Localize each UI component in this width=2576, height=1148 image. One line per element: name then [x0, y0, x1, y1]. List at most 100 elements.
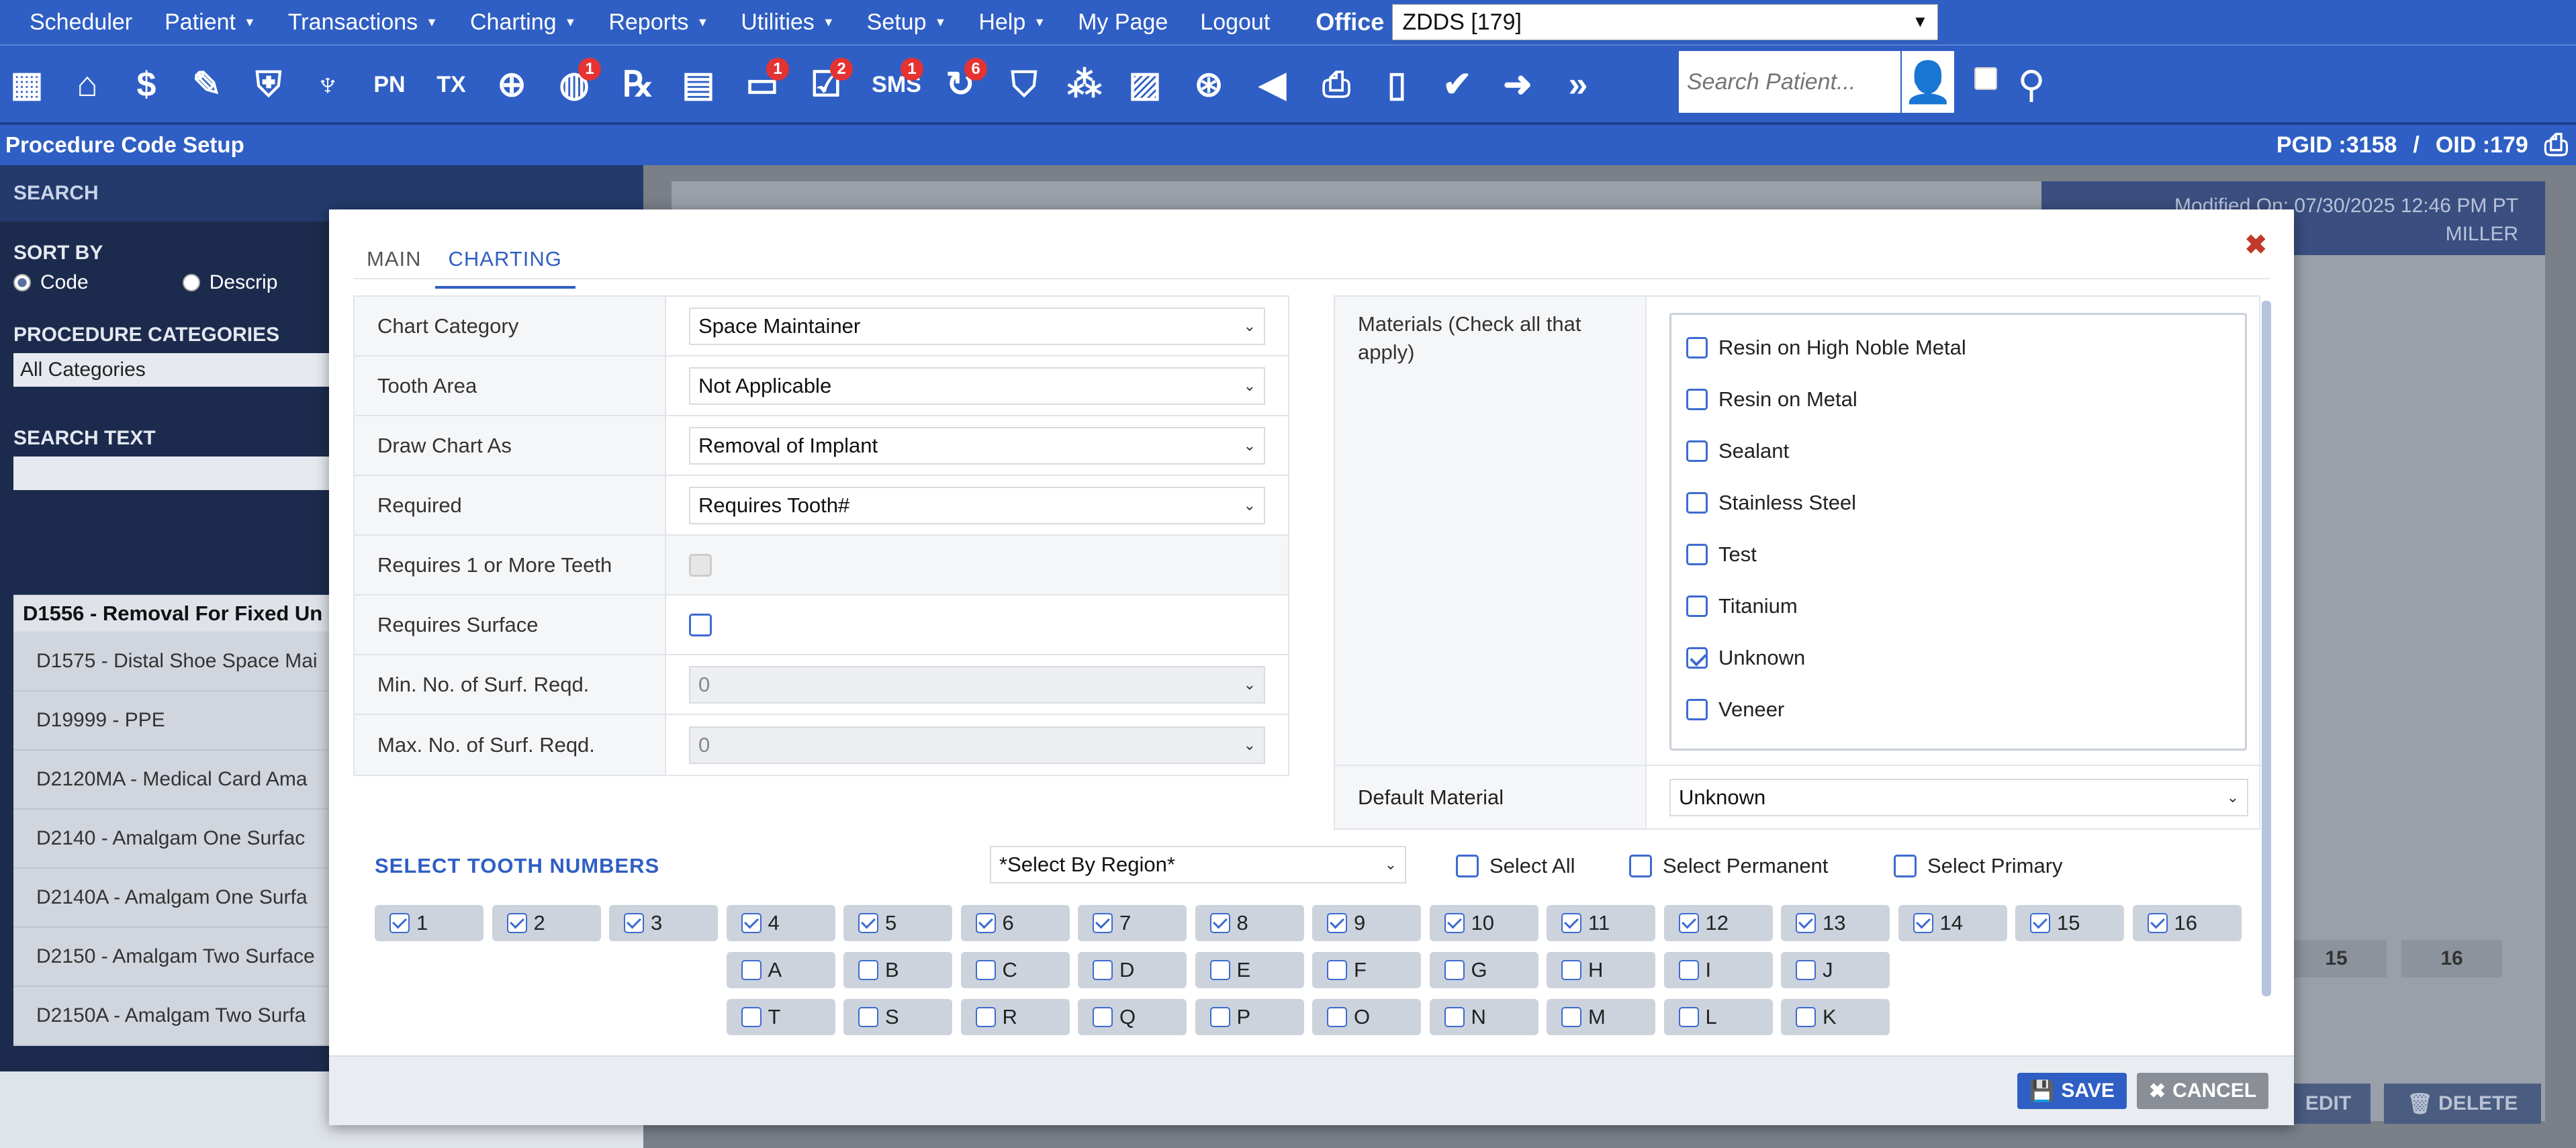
tooth-checkbox[interactable] [1327, 960, 1347, 980]
tooth-checkbox[interactable] [1561, 913, 1581, 933]
material-checkbox[interactable] [1686, 595, 1708, 617]
tooth-16[interactable]: 16 [2132, 905, 2242, 941]
tooth-N[interactable]: N [1429, 999, 1538, 1035]
tooth-checkbox[interactable] [1209, 1007, 1230, 1027]
tooth-6[interactable]: 6 [960, 905, 1070, 941]
tooth-3[interactable]: 3 [609, 905, 718, 941]
tooth-area-select[interactable]: Not Applicable ⌄ [689, 367, 1265, 405]
modal-scrollbar[interactable] [2262, 301, 2271, 996]
requires-teeth-checkbox[interactable] [689, 553, 712, 577]
tooth-checkbox[interactable] [1093, 913, 1113, 933]
printer-icon[interactable]: ⎙ [1309, 58, 1363, 111]
tooth-1[interactable]: 1 [375, 905, 484, 941]
tooth-C[interactable]: C [960, 952, 1070, 988]
calendar-icon[interactable]: ▦ [0, 58, 54, 111]
material-option[interactable]: Titanium [1671, 580, 2245, 632]
tooth-12[interactable]: 12 [1663, 905, 1773, 941]
tooth-checkbox[interactable] [1678, 960, 1699, 980]
material-option[interactable]: Unknown [1671, 632, 2245, 683]
edit-list-icon[interactable]: ✎ [180, 58, 234, 111]
tooth-K[interactable]: K [1781, 999, 1890, 1035]
tooth-checkbox[interactable] [1444, 960, 1465, 980]
shield-check-icon[interactable]: ✔ [1430, 58, 1484, 111]
tooth-G[interactable]: G [1429, 952, 1538, 988]
material-checkbox[interactable] [1686, 491, 1708, 514]
tooth-checkbox[interactable] [1678, 913, 1699, 933]
form-icon[interactable]: ☑ 2 [799, 58, 853, 111]
select-permanent-option[interactable]: Select Permanent [1629, 854, 1828, 878]
cancel-button[interactable]: ✖ CANCEL [2137, 1073, 2269, 1109]
chart-icon[interactable]: ▨ [1118, 58, 1172, 111]
tooth-13[interactable]: 13 [1781, 905, 1890, 941]
search-patient-input[interactable] [1679, 51, 1900, 113]
menu-item-utilities[interactable]: Utilities ▼ [741, 9, 834, 36]
note-icon[interactable]: ▤ [672, 58, 725, 111]
required-select[interactable]: Requires Tooth# ⌄ [689, 486, 1265, 524]
tooth-icon[interactable]: ⛨ [242, 58, 295, 111]
select-primary-checkbox[interactable] [1894, 855, 1917, 877]
megaphone-icon[interactable]: ◀ [1246, 58, 1299, 111]
tooth-J[interactable]: J [1781, 952, 1890, 988]
group-search-icon[interactable]: ⚲ [2005, 58, 2058, 111]
tooth-checkbox[interactable] [858, 1007, 878, 1027]
tooth-B[interactable]: B [843, 952, 952, 988]
pn-icon[interactable]: PN [363, 58, 416, 111]
material-checkbox[interactable] [1686, 440, 1708, 462]
tooth-T[interactable]: T [726, 999, 835, 1035]
select-all-option[interactable]: Select All [1456, 854, 1575, 878]
tooth-8[interactable]: 8 [1195, 905, 1304, 941]
tooth-9[interactable]: 9 [1312, 905, 1421, 941]
tooth-checkbox[interactable] [1327, 1007, 1347, 1027]
menu-item-logout[interactable]: Logout [1200, 9, 1270, 36]
tooth-2[interactable]: 2 [492, 905, 601, 941]
tooth-checkbox[interactable] [1209, 913, 1230, 933]
sort-description-radio[interactable]: Descrip [182, 271, 277, 294]
tooth-checkbox[interactable] [1093, 960, 1113, 980]
max-surf-select[interactable]: 0 ⌄ [689, 726, 1265, 764]
draw-chart-select[interactable]: Removal of Implant ⌄ [689, 426, 1265, 465]
region-select[interactable]: *Select By Region* ⌄ [990, 846, 1406, 883]
tooth-7[interactable]: 7 [1078, 905, 1187, 941]
tooth-14[interactable]: 14 [1898, 905, 2007, 941]
material-option[interactable]: Sealant [1671, 425, 2245, 477]
menu-item-transactions[interactable]: Transactions ▼ [288, 9, 438, 36]
tooth-M[interactable]: M [1547, 999, 1655, 1035]
tooth-P[interactable]: P [1195, 999, 1304, 1035]
select-all-checkbox[interactable] [1456, 855, 1479, 877]
office-select[interactable]: ZDDS [179] ▼ [1392, 4, 1939, 40]
tooth-H[interactable]: H [1547, 952, 1655, 988]
sms-icon[interactable]: SMS 1 [870, 58, 923, 111]
tooth-checkbox[interactable] [1796, 960, 1816, 980]
tooth-checkbox[interactable] [1678, 1007, 1699, 1027]
menu-item-charting[interactable]: Charting ▼ [470, 9, 576, 36]
tooth-15[interactable]: 15 [2015, 905, 2124, 941]
material-option[interactable]: Stainless Steel [1671, 477, 2245, 528]
tooth-checkbox[interactable] [2147, 913, 2168, 933]
tooth-S[interactable]: S [843, 999, 952, 1035]
material-checkbox[interactable] [1686, 698, 1708, 720]
tooth-E[interactable]: E [1195, 952, 1304, 988]
tooth-L[interactable]: L [1663, 999, 1773, 1035]
menu-item-help[interactable]: Help ▼ [978, 9, 1046, 36]
save-button[interactable]: 💾 SAVE [2017, 1073, 2127, 1109]
rx-icon[interactable]: ℞ [611, 58, 665, 111]
tooth-checkbox[interactable] [975, 913, 996, 933]
menu-item-scheduler[interactable]: Scheduler [30, 9, 132, 36]
tooth-checkbox[interactable] [1444, 1007, 1465, 1027]
tooth-checkbox[interactable] [1444, 913, 1465, 933]
tx-icon[interactable]: TX [424, 58, 478, 111]
tooth-R[interactable]: R [960, 999, 1070, 1035]
tooth-checkbox[interactable] [506, 913, 527, 933]
tooth-D[interactable]: D [1078, 952, 1187, 988]
scrollbar-thumb[interactable] [2262, 301, 2271, 996]
shield-arrow-icon[interactable]: ➜ [1491, 58, 1545, 111]
network-icon[interactable]: ⁂ [1058, 58, 1111, 111]
implant-icon[interactable]: ♆ [301, 58, 355, 111]
sort-code-radio[interactable]: Code [13, 271, 89, 294]
tooth-checkbox[interactable] [1209, 960, 1230, 980]
world-icon[interactable]: ⊛ [1182, 58, 1236, 111]
tooth-4[interactable]: 4 [726, 905, 835, 941]
material-option[interactable]: Resin on Metal [1671, 373, 2245, 425]
tooth-checkbox[interactable] [741, 960, 762, 980]
tooth-checkbox[interactable] [1561, 960, 1581, 980]
